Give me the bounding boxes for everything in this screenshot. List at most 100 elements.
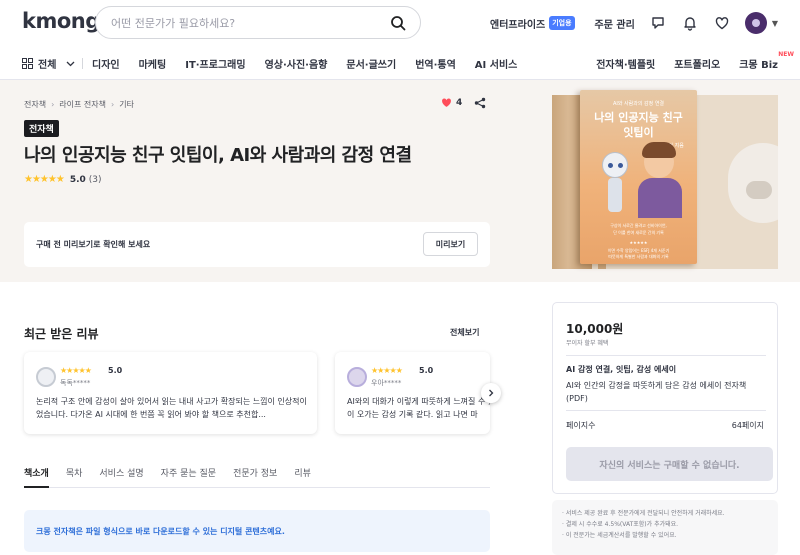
review-score: 5.0 <box>108 366 123 375</box>
portfolio-link[interactable]: 포트폴리오 <box>674 56 720 71</box>
tab-expert-info[interactable]: 전문가 정보 <box>233 462 277 488</box>
search-icon[interactable] <box>390 15 406 31</box>
ebook-template-link[interactable]: 전자책·템플릿 <box>596 56 655 71</box>
breadcrumb-item[interactable]: 라이프 전자책 <box>59 99 106 110</box>
review-score: 5.0 <box>419 366 434 375</box>
book-cover-blurb: 구상이 서로간 물려고 선비아이언, 단 이를 한여 새로운 간의 기록 <box>580 222 697 236</box>
category-ai-service[interactable]: AI 서비스 <box>475 56 518 71</box>
review-card[interactable]: ★★★★★ 5.0 우아***** AI와의 대화가 이렇게 따뜻하게 느껴질 … <box>335 352 490 434</box>
bell-icon[interactable] <box>681 14 699 32</box>
category-translation[interactable]: 번역·통역 <box>415 56 456 71</box>
like-button[interactable]: 4 <box>441 97 462 108</box>
book-cover-image: AI와 사람과의 감정 연결 나의 인공지능 친구 잇팁이 선비아이언 지음 구… <box>580 90 697 264</box>
product-type-badge: 전자책 <box>24 120 59 137</box>
rating-stars: ★★★★★ <box>24 174 65 185</box>
kmong-biz-link[interactable]: 크몽 Biz NEW <box>739 51 794 71</box>
installment-note: 무이자 할부 혜택 <box>566 340 609 347</box>
review-text: 논리적 구조 안에 감성이 살아 있어서 읽는 내내 사고가 확장되는 느낌이 … <box>36 397 307 419</box>
category-list: 디자인 마케팅 IT·프로그래밍 영상·사진·음향 문서·글쓰기 번역·통역 A… <box>92 56 536 71</box>
chevron-down-icon <box>66 61 75 67</box>
chevron-right-icon: › <box>111 100 115 109</box>
book-cover-title: 나의 인공지능 친구 잇팁이 <box>580 110 697 140</box>
robot-illustration <box>602 152 628 178</box>
note-item: · 서비스 제공 완료 후 전문가에게 전달되니 안전하게 거래하세요. <box>562 510 725 517</box>
book-cover-title-line: 잇팁이 <box>623 126 654 139</box>
breadcrumb: 전자책 › 라이프 전자책 › 기타 <box>24 99 134 110</box>
note-item: · 결제 시 수수료 4.5%(VAT포함)가 추가돼요. <box>562 521 679 528</box>
page-count-label: 페이지수 <box>566 421 596 430</box>
book-cover-title-line: 나의 인공지능 친구 <box>594 111 683 124</box>
book-cover-blurb-line: 단 이를 한여 새로운 간의 기록 <box>613 230 664 235</box>
enterprise-badge: 기업용 <box>549 16 575 30</box>
category-writing[interactable]: 문서·글쓰기 <box>346 56 396 71</box>
robot-eye <box>608 163 613 168</box>
reviewer-name: 우아***** <box>371 379 402 387</box>
order-management-link[interactable]: 주문 관리 <box>595 16 635 31</box>
digital-content-notice: 크몽 전자책은 파일 형식으로 바로 다운로드할 수 있는 디지털 콘텐츠예요. <box>24 510 490 552</box>
book-cover-subtitle: AI와 사람과의 감정 연결 <box>612 101 665 107</box>
purchase-notes: · 서비스 제공 완료 후 전문가에게 전달되니 안전하게 거래하세요. · 결… <box>552 500 778 555</box>
enterprise-link[interactable]: 엔터프라이즈 기업용 <box>490 16 575 31</box>
review-text: AI와의 대화가 이렇게 따뜻하게 느껴질 수 있다니, 마음이 오가는 감성 … <box>347 397 490 419</box>
category-nav: 전체 디자인 마케팅 IT·프로그래밍 영상·사진·음향 문서·글쓰기 번역·통… <box>0 46 800 80</box>
share-icon[interactable] <box>474 97 486 109</box>
all-categories-button[interactable]: 전체 <box>22 56 75 71</box>
rating-score: 5.0 <box>69 174 86 185</box>
category-it-programming[interactable]: IT·프로그래밍 <box>185 56 245 71</box>
purchase-button[interactable]: 자신의 서비스는 구매할 수 없습니다. <box>566 447 773 481</box>
tab-contents[interactable]: 목차 <box>66 462 83 488</box>
review-stars: ★★★★★ <box>60 366 92 375</box>
package-title: AI 감정 연결, 잇팁, 감성 에세이 <box>566 365 677 374</box>
book-cover-stars: ★★★★★ <box>629 240 648 245</box>
reviewer-avatar <box>36 367 56 387</box>
profile-menu[interactable]: ▼ <box>744 12 778 34</box>
tab-service-description[interactable]: 서비스 설명 <box>99 462 143 488</box>
reviewer-name: 독독***** <box>60 379 91 387</box>
review-card[interactable]: ★★★★★ 5.0 독독***** 논리적 구조 안에 감성이 살아 있어서 읽… <box>24 352 317 434</box>
new-badge: NEW <box>778 51 794 58</box>
note-item: · 이 전문가는 세금계산서를 발행할 수 있어요. <box>562 532 677 539</box>
search-bar[interactable] <box>95 6 421 39</box>
see-all-reviews-link[interactable]: 전체보기 <box>450 327 479 338</box>
chevron-down-icon[interactable]: ▼ <box>772 19 778 28</box>
top-header: kmong 엔터프라이즈 기업용 주문 관리 ▼ <box>0 0 800 46</box>
plush-toy-image <box>746 181 772 199</box>
package-description: AI와 인간의 감정을 따뜻하게 담은 감성 에세이 전자책 (PDF) <box>566 381 747 403</box>
kmong-biz-label: 크몽 Biz <box>739 60 778 71</box>
divider <box>566 410 766 411</box>
chevron-right-icon: › <box>51 100 55 109</box>
reviews-next-button[interactable] <box>481 383 501 403</box>
preview-banner: 구매 전 미리보기로 확인해 보세요 미리보기 <box>24 222 490 267</box>
kmong-logo[interactable]: kmong <box>22 9 100 33</box>
heart-icon[interactable] <box>713 14 731 32</box>
book-cover-blurb-line: 구상이 서로간 물려고 선비아이언, <box>610 223 667 228</box>
person-illustration <box>638 178 682 218</box>
message-icon[interactable] <box>649 14 667 32</box>
header-actions: 엔터프라이즈 기업용 주문 관리 ▼ <box>490 0 778 46</box>
breadcrumb-item[interactable]: 전자책 <box>24 99 46 110</box>
avatar-image <box>751 19 760 27</box>
preview-button[interactable]: 미리보기 <box>423 232 478 256</box>
chevron-right-icon <box>489 389 494 397</box>
avatar[interactable] <box>744 12 767 34</box>
price: 10,000원 <box>566 322 624 336</box>
preview-text: 구매 전 미리보기로 확인해 보세요 <box>36 240 151 249</box>
category-design[interactable]: 디자인 <box>92 56 120 71</box>
tab-faq[interactable]: 자주 묻는 질문 <box>161 462 216 488</box>
tab-reviews[interactable]: 리뷰 <box>294 462 311 488</box>
tab-introduction[interactable]: 책소개 <box>24 462 49 488</box>
purchase-panel: 10,000원 무이자 할부 혜택 AI 감정 연결, 잇팁, 감성 에세이 A… <box>552 302 778 494</box>
category-right-links: 전자책·템플릿 포트폴리오 크몽 Biz NEW <box>577 51 794 71</box>
reviewer-avatar <box>347 367 367 387</box>
book-cover-footer: 이면 수학 양립어는 ESFJ 4개 서준기 따뜻하게 특별한 사람과 대화의 … <box>580 248 697 260</box>
category-video-photo-audio[interactable]: 영상·사진·음향 <box>265 56 328 71</box>
category-marketing[interactable]: 마케팅 <box>139 56 167 71</box>
search-input[interactable] <box>111 14 381 32</box>
rating-count: (3) <box>88 174 102 185</box>
like-count: 4 <box>456 97 463 108</box>
heart-filled-icon <box>442 98 451 107</box>
product-rating[interactable]: ★★★★★ 5.0 (3) <box>24 174 102 185</box>
breadcrumb-item[interactable]: 기타 <box>119 99 134 110</box>
divider <box>566 355 766 356</box>
nav-divider <box>82 58 83 69</box>
